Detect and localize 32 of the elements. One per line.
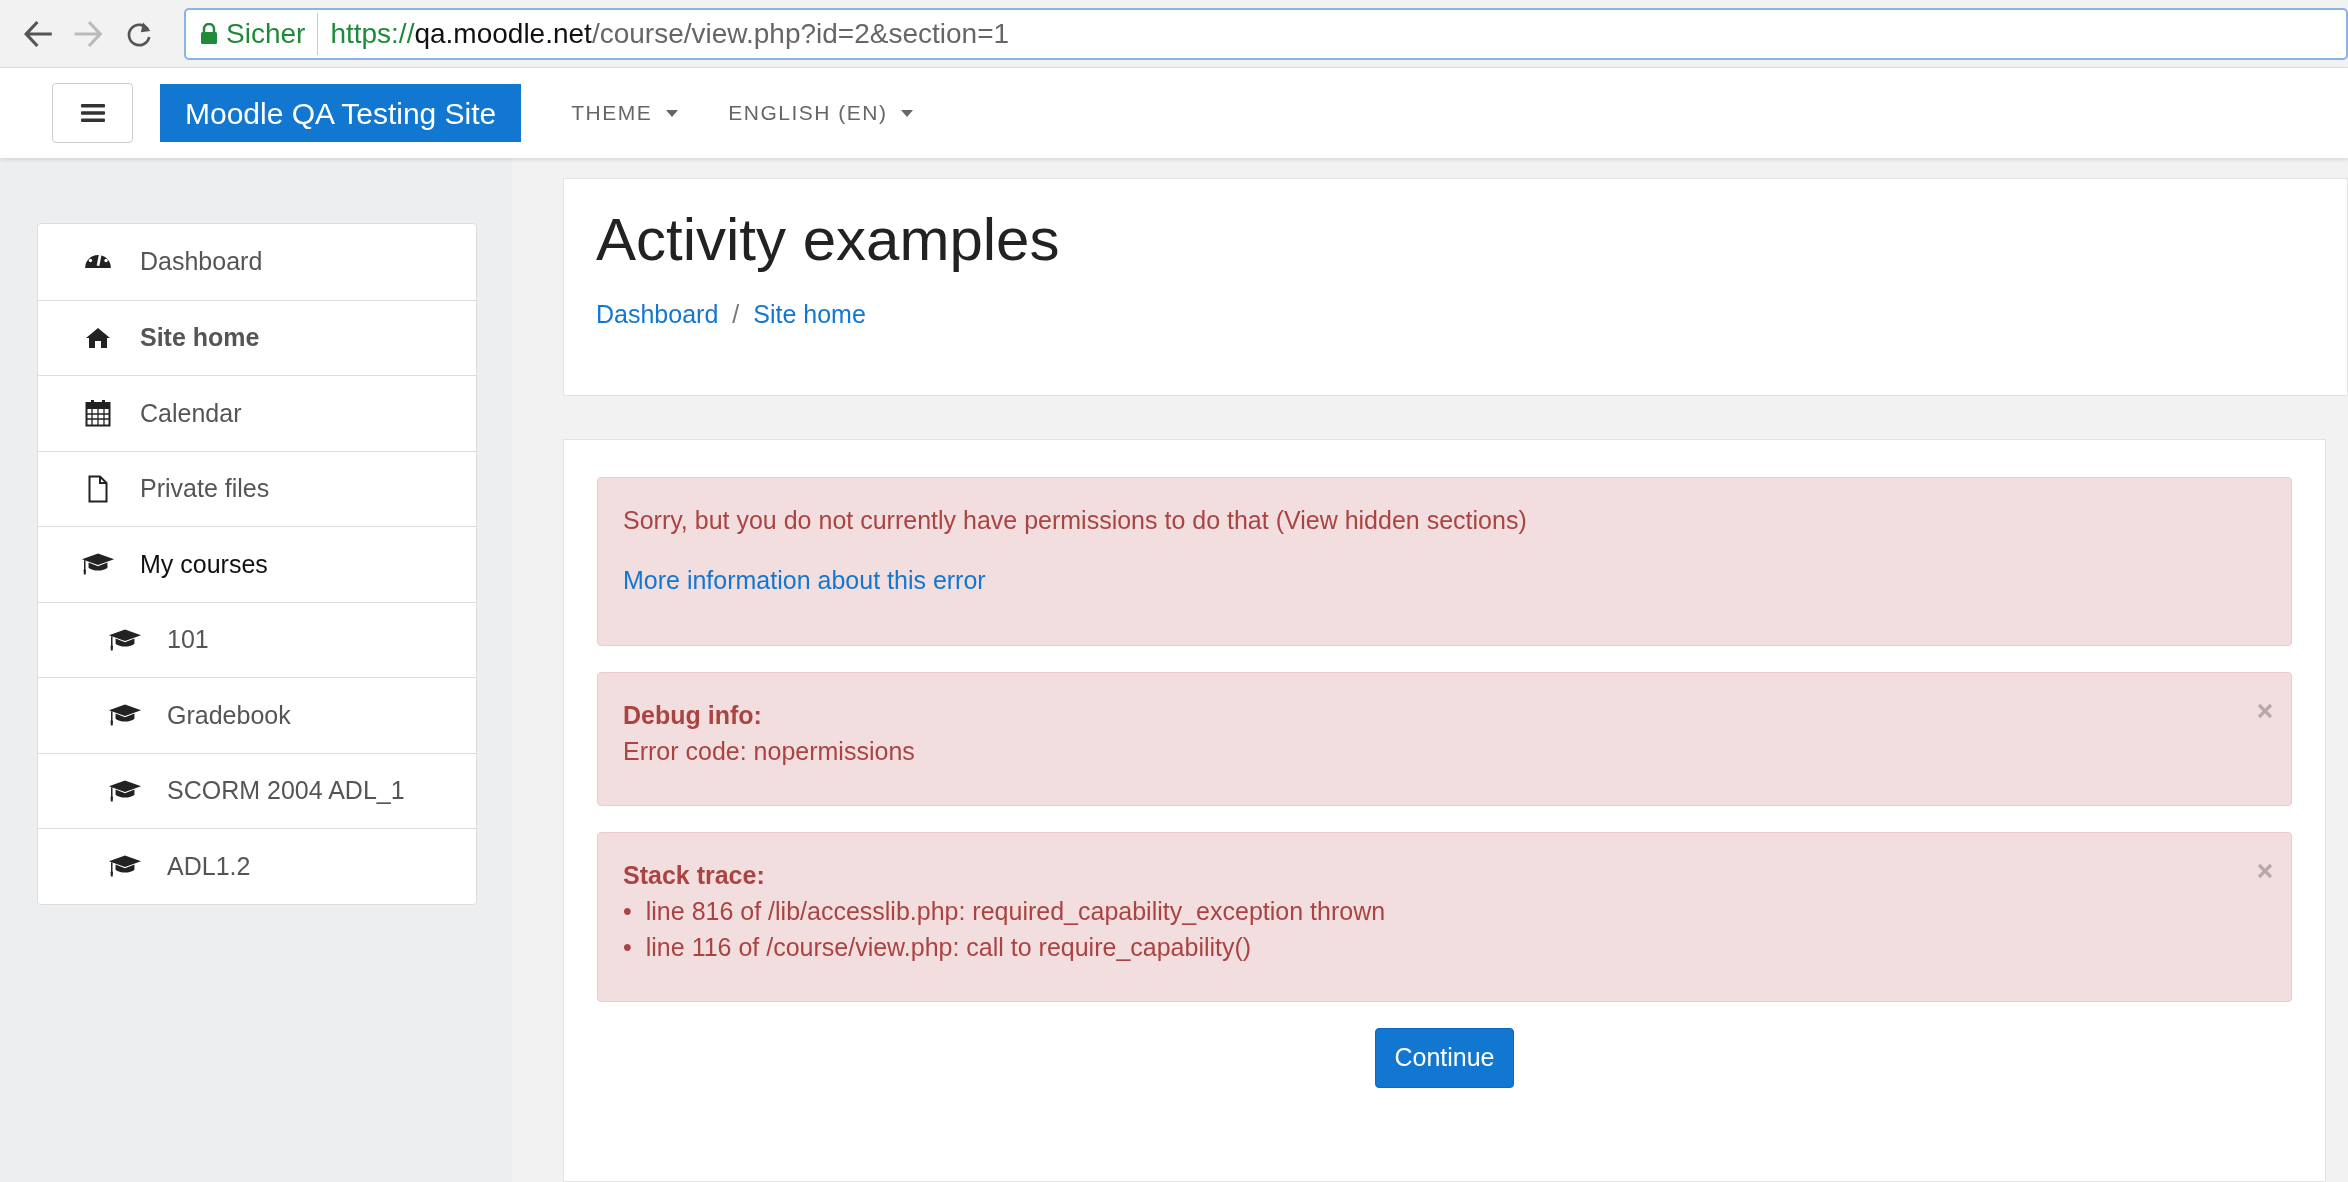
breadcrumb-link[interactable]: Site home: [753, 296, 866, 334]
alert-text: Sorry, but you do not currently have permissions to do that (View hidden sections): [623, 506, 1527, 534]
address-bar[interactable]: Sicher https://qa.moodle.net/course/view.php?id=2&section=1: [184, 7, 2348, 60]
url-text: https://qa.moodle.net/course/view.php?id=2&section=1: [330, 16, 1010, 51]
alert-text: Error code: nopermissions: [623, 736, 915, 765]
menu-icon: [80, 103, 105, 123]
lock-icon: [200, 22, 218, 45]
menu-button[interactable]: [52, 83, 133, 143]
stack-trace-line: line 116 of /course/view.php: call to require_capability(): [645, 932, 1252, 964]
continue-button[interactable]: Continue: [1375, 1028, 1514, 1088]
alert-heading: Debug info:: [623, 700, 762, 729]
nav-item[interactable]: My courses: [38, 526, 476, 602]
site-name-link[interactable]: Moodle QA Testing Site: [160, 84, 522, 142]
page-title: Activity examples: [596, 205, 1061, 275]
breadcrumb-link[interactable]: Dashboard: [596, 296, 719, 334]
breadcrumb-separator: /: [732, 299, 740, 330]
nav-item[interactable]: SCORM 2004 ADL_1: [38, 752, 476, 828]
nav-item[interactable]: ADL1.2: [38, 828, 476, 904]
list-bullet: •: [623, 896, 632, 928]
security-label: Sicher: [218, 12, 319, 55]
nav-item[interactable]: Site home: [38, 299, 476, 375]
nav-item[interactable]: 101: [38, 601, 476, 677]
nav-item[interactable]: Gradebook: [38, 677, 476, 753]
nav-item[interactable]: Calendar: [38, 375, 476, 451]
stack-trace-line: line 816 of /lib/accesslib.php: required_capability_exception thrown: [645, 896, 1386, 928]
dropdown-menu-link[interactable]: ENGLISH (EN): [728, 97, 914, 129]
dropdown-menu-link[interactable]: THEME: [571, 97, 679, 129]
alert-heading: Stack trace:: [623, 861, 765, 889]
list-bullet: •: [623, 932, 632, 964]
nav-item[interactable]: Dashboard: [38, 224, 476, 300]
nav-item[interactable]: Private files: [38, 450, 476, 526]
more-info-link[interactable]: More information about this error: [623, 566, 986, 595]
